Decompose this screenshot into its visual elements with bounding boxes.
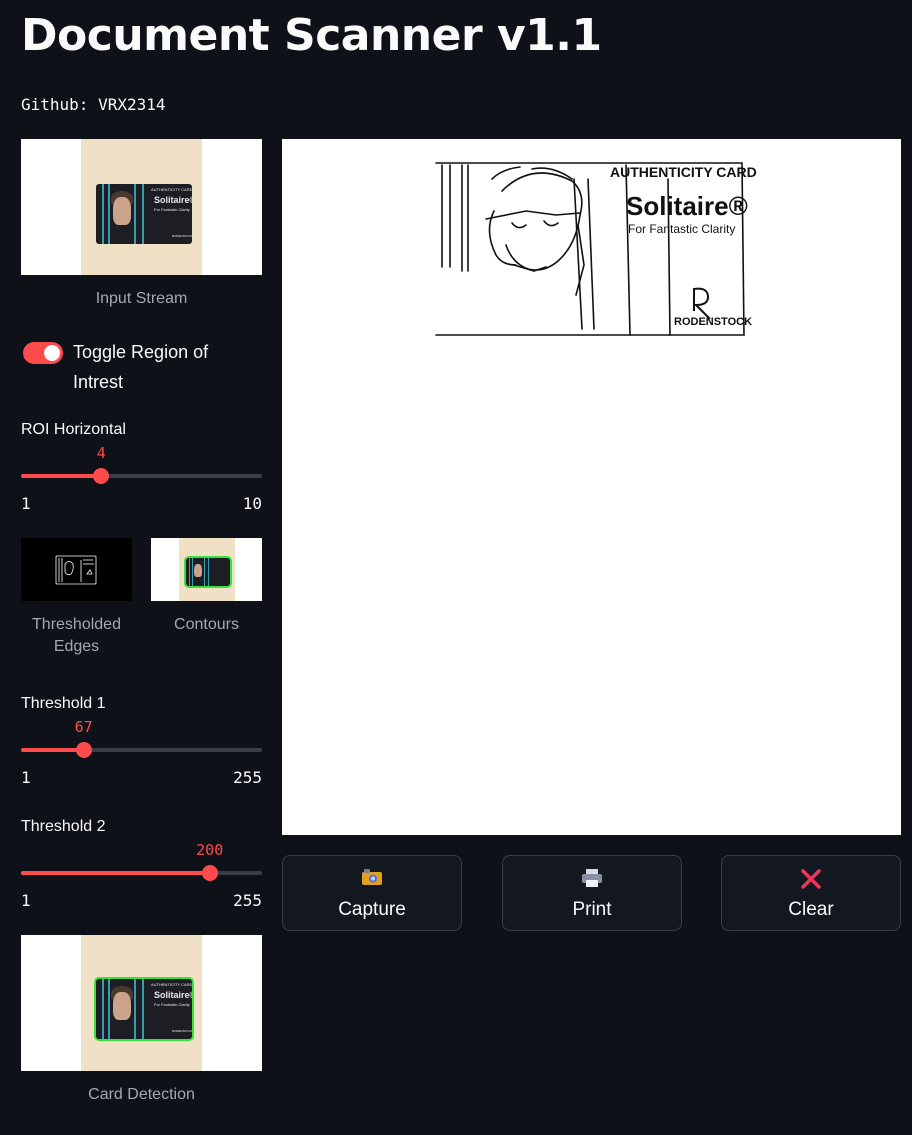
- svg-text:For Fantastic Clarity: For Fantastic Clarity: [628, 222, 735, 236]
- slider-min: 1: [21, 494, 31, 513]
- slider-thumb[interactable]: [75, 742, 92, 758]
- clear-label: Clear: [788, 899, 834, 920]
- svg-text:RODENSTOCK: RODENSTOCK: [674, 316, 752, 328]
- contours-caption: Contours: [174, 616, 239, 633]
- print-button[interactable]: Print: [502, 855, 682, 931]
- contour-card: [186, 558, 230, 586]
- slider-fill: [21, 748, 84, 752]
- roi-horizontal-slider[interactable]: 4: [21, 444, 262, 484]
- roi-toggle-label: Toggle Region of Intrest: [73, 342, 209, 392]
- contours-image: [151, 538, 262, 601]
- slider-fill: [21, 474, 102, 478]
- slider-max: 255: [233, 891, 262, 910]
- toggle-knob: [44, 345, 60, 361]
- threshold1-label: Threshold 1: [21, 695, 106, 712]
- page-title: Document Scanner v1.1: [21, 10, 602, 61]
- slider-min: 1: [21, 891, 31, 910]
- capture-button[interactable]: Capture: [282, 855, 462, 931]
- slider-max: 10: [242, 494, 262, 513]
- card-detection-image: AUTHENTICITY CARD Solitaire® For Fantast…: [21, 935, 262, 1071]
- card-detection-caption: Card Detection: [88, 1086, 195, 1103]
- scanned-output-image: AUTHENTICITY CARD Solitaire® For Fantast…: [282, 139, 901, 835]
- slider-thumb[interactable]: [93, 468, 110, 484]
- input-stream-image: AUTHENTICITY CARD Solitaire® For Fantast…: [21, 139, 262, 275]
- thresholded-edges-image: [21, 538, 132, 601]
- slider-max: 255: [233, 768, 262, 787]
- print-label: Print: [572, 899, 612, 920]
- close-icon: [722, 868, 900, 896]
- threshold2-label: Threshold 2: [21, 818, 106, 835]
- printer-icon: [503, 868, 681, 894]
- detected-card: AUTHENTICITY CARD Solitaire® For Fantast…: [96, 979, 192, 1039]
- svg-text:Solitaire®: Solitaire®: [626, 191, 748, 221]
- slider-value: 4: [96, 444, 106, 462]
- slider-value: 67: [74, 718, 93, 736]
- slider-thumb[interactable]: [201, 865, 218, 881]
- input-stream-caption: Input Stream: [95, 290, 188, 307]
- roi-toggle[interactable]: [23, 342, 63, 364]
- app-page: Document Scanner v1.1 Github: VRX2314 AU…: [0, 0, 912, 1135]
- thresholded-edges-caption: Thresholded Edges: [32, 616, 121, 655]
- camera-icon: [283, 868, 461, 892]
- svg-text:AUTHENTICITY CARD: AUTHENTICITY CARD: [610, 164, 757, 180]
- roi-horizontal-label: ROI Horizontal: [21, 421, 126, 438]
- capture-label: Capture: [338, 899, 406, 920]
- github-text: Github: VRX2314: [21, 95, 166, 114]
- slider-value: 200: [196, 841, 224, 859]
- threshold2-slider[interactable]: 200: [21, 841, 262, 881]
- authenticity-card: AUTHENTICITY CARD Solitaire® For Fantast…: [96, 184, 192, 244]
- threshold1-slider[interactable]: 67: [21, 718, 262, 758]
- clear-button[interactable]: Clear: [721, 855, 901, 931]
- slider-fill: [21, 871, 210, 875]
- slider-min: 1: [21, 768, 31, 787]
